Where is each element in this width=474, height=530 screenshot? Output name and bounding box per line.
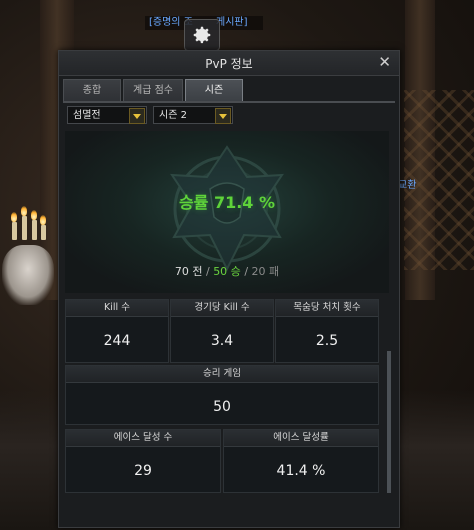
close-icon[interactable]: ✕	[378, 54, 391, 70]
mode-dropdown[interactable]: 섬멸전	[67, 106, 147, 124]
win-rate-text: 승률 71.4 %	[178, 193, 276, 212]
stat-value: 3.4	[210, 333, 234, 349]
stat-label: Kill 수	[66, 300, 168, 317]
season-summary-panel: 승률 71.4 % 70 전 / 50 승 / 20 패	[65, 131, 389, 293]
window-title: PvP 정보	[205, 57, 253, 71]
stat-value: 2.5	[315, 333, 339, 349]
stat-ace-count: 에이스 달성 수 29	[65, 429, 221, 493]
settings-button[interactable]	[184, 19, 220, 51]
wins-count: 50 승	[213, 265, 241, 278]
window-titlebar[interactable]: PvP 정보 ✕	[59, 51, 399, 76]
pvp-info-window: PvP 정보 ✕ 종합 계급 점수 시즌 섬멸전 시즌 2 승률 71.4 % …	[58, 50, 400, 528]
stat-win-games: 승리 게임 50	[65, 365, 379, 425]
stat-label: 에이스 달성 수	[66, 430, 220, 447]
background-candles	[10, 190, 50, 240]
losses-count: 20 패	[251, 265, 280, 278]
exchange-link[interactable]: 교환	[398, 176, 416, 191]
mode-dropdown-value: 섬멸전	[73, 110, 101, 121]
tab-overview[interactable]: 종합	[63, 79, 121, 103]
season-dropdown-value: 시즌 2	[159, 110, 187, 121]
stat-value: 41.4 %	[276, 463, 326, 479]
tab-season[interactable]: 시즌	[185, 79, 243, 103]
gear-icon	[193, 26, 211, 44]
record-separator: /	[244, 265, 249, 278]
record-separator: /	[205, 265, 210, 278]
total-games: 70 전	[174, 265, 203, 278]
stat-value: 29	[134, 463, 152, 479]
stat-ace-rate: 에이스 달성률 41.4 %	[223, 429, 379, 493]
stat-label: 경기당 Kill 수	[171, 300, 273, 317]
chevron-down-icon	[215, 108, 231, 124]
stat-label: 에이스 달성률	[224, 430, 378, 447]
match-record: 70 전 / 50 승 / 20 패	[65, 263, 389, 279]
stat-label: 목숨당 처치 횟수	[276, 300, 378, 317]
stat-kills-per-game: 경기당 Kill 수 3.4	[170, 299, 274, 363]
notice-right-text: 게시판]	[216, 17, 248, 28]
scrollbar[interactable]	[387, 351, 391, 493]
stat-bounty-kills: 목숨당 처치 횟수 2.5	[275, 299, 379, 363]
scrollbar-thumb[interactable]	[387, 351, 391, 493]
stat-kill-count: Kill 수 244	[65, 299, 169, 363]
background-statue	[2, 245, 54, 305]
tab-divider	[63, 101, 395, 103]
chevron-down-icon	[129, 108, 145, 124]
stat-value: 244	[103, 333, 131, 349]
stat-label: 승리 게임	[66, 366, 378, 383]
season-dropdown[interactable]: 시즌 2	[153, 106, 233, 124]
tab-rank-score[interactable]: 계급 점수	[123, 79, 183, 103]
stat-value: 50	[213, 399, 231, 415]
